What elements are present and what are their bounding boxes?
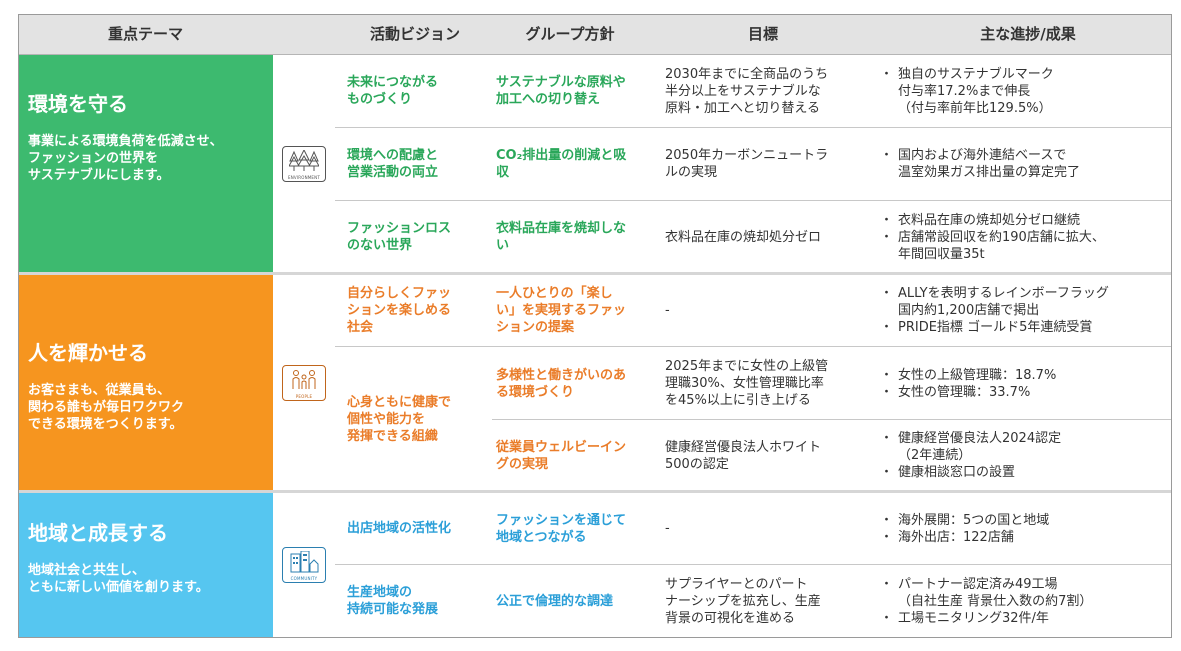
table-frame — [18, 14, 1172, 638]
